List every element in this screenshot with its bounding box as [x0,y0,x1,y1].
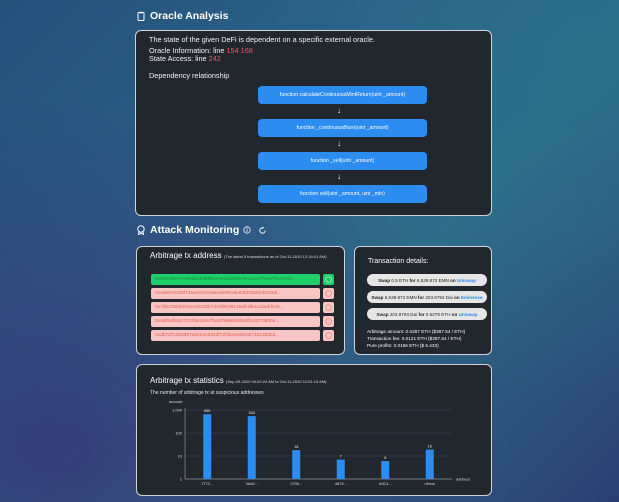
transaction-details-panel: Transaction details: Swap 0.5 ETH for 6,… [354,246,492,355]
x-tick-label: 7772... [201,482,213,486]
y-tick-label: 10 [178,454,183,459]
tx-address-row[interactable]: 0x7db27584431ee10243b7410f9039135afcdfe1… [151,302,320,313]
bar-value-label: 543 [249,411,255,415]
tx-panel-note: (The latest 5 transactions as of Oct-11-… [223,254,327,259]
bar [203,414,212,479]
swap-dex[interactable]: Uniswap [459,312,478,317]
transaction-fee: Transaction fee: 0.0121 ETH ($387.54 / E… [367,336,462,341]
y-tick-label: 1,000 [172,408,183,413]
swap-step: Swap 0.5 ETH for 6,539.972 EMN on Uniswa… [367,274,487,286]
swap-on: on [451,311,458,317]
select-circle-icon[interactable]: ◯ [323,330,334,341]
state-access-label: State Access: line [149,54,207,63]
down-arrow-icon: ↓ [337,106,341,115]
swap-word: Swap [371,294,384,300]
swap-amount-in: 203.8793 [389,311,409,317]
bar [247,416,256,479]
bar-value-label: 6 [384,456,386,460]
swap-token-in: ETH [399,277,409,283]
swap-step: Swap 203.8793 Dai for 0.5278 ETH on Unis… [367,308,487,320]
bar [381,461,390,479]
swap-for: for [409,277,416,283]
swap-on: on [453,294,460,300]
clipboard-icon [137,11,145,21]
swap-for: for [418,311,425,317]
attack-title: Attack Monitoring [150,224,240,236]
swap-amount-out: 203.8793 [425,294,445,300]
tx-address-row[interactable]: 0x00a3d6e7ce56d3c94f8ff6a79ad3e0bb79c11c… [151,274,320,285]
swap-dex[interactable]: Eminence [461,295,483,300]
down-arrow-icon: ↓ [337,139,341,148]
x-tick-label: 0bA5... [246,482,258,486]
swap-token-out: EMN [438,277,449,283]
y-tick-label: 100 [175,431,182,436]
pure-profits: Pure profits: 0.0166 ETH ($ 6.433) [367,343,439,348]
attack-section-title: Attack Monitoring [136,224,267,236]
oracle-info-lines: 154 168 [226,46,253,55]
y-tick-label: 1 [180,477,183,482]
oracle-title: Oracle Analysis [150,10,229,22]
badge-icon [137,225,145,235]
tx-address-row[interactable]: 0x4a59c9168f745ac6c6c0a6eeb99cab403d33af… [151,288,320,299]
oracle-section-title: Oracle Analysis [136,10,228,22]
arbitrage-tx-panel: Arbitrage tx address (The latest 5 trans… [136,246,345,355]
select-circle-icon[interactable]: ◯ [323,288,334,299]
swap-token-in: Dai [410,311,418,317]
details-title: Transaction details: [368,258,429,265]
swap-for: for [417,294,425,300]
x-tick-label: others [424,482,435,486]
flow-function-2[interactable]: function _continuousBurn(uint _amount) [258,119,427,137]
swap-on: on [450,277,456,283]
tx-panel-title: Arbitrage tx address [150,251,222,260]
tx-address-row[interactable]: 0x4af0ef0dcc701f26c2ee7f1e5758965d484fb1… [151,316,320,327]
oracle-intro: The state of the given DeFi is dependent… [149,35,375,44]
refresh-icon[interactable] [258,226,267,235]
swap-amount-in: 6,539.972 [384,294,406,300]
select-circle-icon[interactable]: ◯ [323,316,334,327]
tx-panel-header: Arbitrage tx address (The latest 5 trans… [150,251,340,261]
bar [336,459,345,479]
flow-function-1[interactable]: function calculateContinuousMintReturn(u… [258,86,427,104]
arbitrage-amount: Arbitrage amount: 0.0287 ETH ($387.54 / … [367,329,466,334]
info-icon[interactable] [243,226,251,234]
bar-chart: amount 1,000 100 10 1 655 7772... 543 0bA5... 18 0… [169,399,470,486]
select-circle-icon[interactable]: ◯ [323,274,334,285]
tx-address-row[interactable]: 0xdb7d7c0b8987a92e2c834df72f4be6abfe5671… [151,330,320,341]
flow-function-3[interactable]: function _sell(uint _amount) [258,152,427,170]
dependency-title: Dependency relationship [149,71,230,80]
state-access-line: 242 [208,54,221,63]
bar [292,450,301,479]
down-arrow-icon: ↓ [337,172,341,181]
swap-amount-in: 0.5 [391,277,398,283]
swap-word: Swap [378,277,391,283]
x-tick-label: A0C4... [379,482,392,486]
oracle-panel: The state of the given DeFi is dependent… [135,30,492,216]
swap-word: Swap [376,311,389,317]
swap-token-out: ETH [441,311,451,317]
y-axis-label: amount [169,399,183,404]
swap-dex[interactable]: Uniswap [457,278,476,283]
bar-value-label: 7 [340,455,342,459]
x-tick-label: 0796... [290,482,302,486]
bar [425,449,434,479]
bar-value-label: 19 [428,445,432,449]
swap-step: Swap 6,539.972 EMN for 203.8793 Dai on E… [367,291,487,303]
arbitrage-stats-panel: Arbitrage tx statistics (Sep-29-2020 00:… [136,364,492,496]
bar-value-label: 18 [294,445,298,449]
bar-value-label: 655 [204,409,210,413]
swap-amount-out: 0.5278 [425,311,440,317]
state-access: State Access: line 242 [149,54,221,63]
x-tick-label: 4B76... [335,482,347,486]
select-circle-icon[interactable]: ◯ [323,302,334,313]
swap-token-out: Dai [445,294,453,300]
swap-amount-out: 6,539.972 [416,277,438,283]
x-axis-label: address [456,477,470,482]
swap-token-in: EMN [406,294,417,300]
flow-function-4[interactable]: function sell(uint _amount, uint _min) [258,185,427,203]
